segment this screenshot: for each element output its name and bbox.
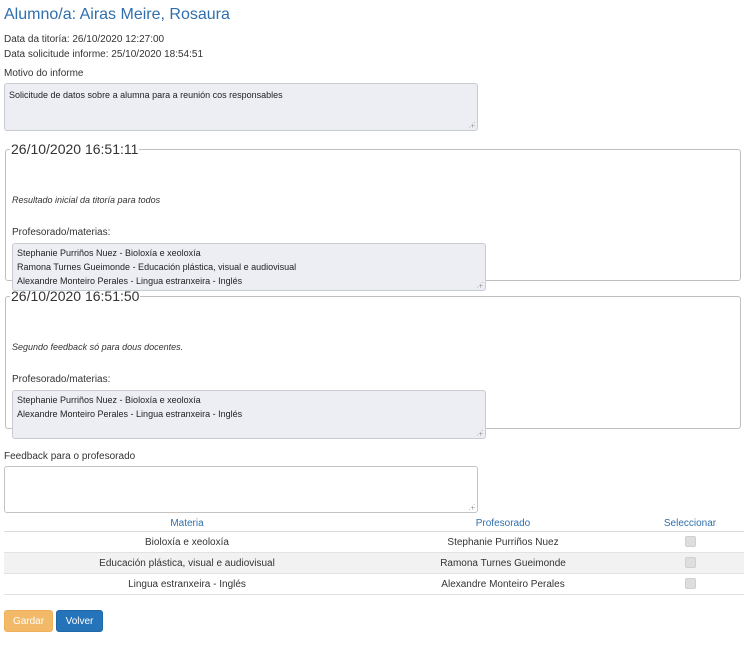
column-header-teacher[interactable]: Profesorado [370,515,636,532]
entry-teachers-label: Profesorado/materias: [12,374,111,385]
entry-comment: Resultado inicial da titoría para todos [12,195,161,205]
table-row: Lingua estranxeira - Inglés Alexandre Mo… [4,573,744,595]
teacher-cell: Alexandre Monteiro Perales [370,573,636,595]
select-cell [636,531,744,553]
teacher-line: Ramona Turnes Gueimonde - Educación plás… [17,262,297,272]
entry-teachers-label: Profesorado/materias: [12,227,111,238]
subject-cell: Lingua estranxeira - Inglés [4,573,370,595]
teacher-cell: Ramona Turnes Gueimonde [370,552,636,574]
report-reason-text: Solicitude de datos sobre a alumna para … [9,90,283,100]
tutoring-date: Data da titoría: 26/10/2020 12:27:00 [4,34,165,45]
entry-timestamp: 26/10/2020 16:51:11 [11,141,139,157]
column-header-subject[interactable]: Materia [4,515,370,532]
entry-teachers-field[interactable]: Stephanie Purriños Nuez - Bioloxía e xeo… [12,390,486,439]
teacher-line: Stephanie Purriños Nuez - Bioloxía e xeo… [17,395,201,405]
subject-cell: Bioloxía e xeoloxía [4,531,370,553]
feedback-label: Feedback para o profesorado [4,451,136,462]
table-row: Educación plástica, visual e audiovisual… [4,552,744,574]
report-reason-label: Motivo do informe [4,68,84,79]
save-button[interactable]: Gardar [4,610,53,632]
entry-teachers-field[interactable]: Stephanie Purriños Nuez - Bioloxía e xeo… [12,243,486,291]
feedback-textarea[interactable] [4,466,478,513]
select-checkbox[interactable] [684,536,696,548]
back-button[interactable]: Volver [56,610,103,632]
subjects-table: Materia Profesorado Seleccionar Bioloxía… [4,515,744,595]
request-date: Data solicitude informe: 25/10/2020 18:5… [4,49,204,60]
page-title: Alumno/a: Airas Meire, Rosaura [4,6,230,23]
column-header-select[interactable]: Seleccionar [636,515,744,532]
subject-cell: Educación plástica, visual e audiovisual [4,552,370,574]
teacher-line: Alexandre Monteiro Perales - Lingua estr… [17,409,243,419]
feedback-entry: 26/10/2020 16:51:11 Resultado inicial da… [5,141,741,291]
select-cell [636,552,744,574]
teacher-cell: Stephanie Purriños Nuez [370,531,636,553]
resize-grip-icon[interactable] [468,503,475,510]
table-header-row: Materia Profesorado Seleccionar [4,515,744,532]
entry-comment: Segundo feedback só para dous docentes. [12,342,184,352]
report-reason-field[interactable]: Solicitude de datos sobre a alumna para … [4,83,478,131]
resize-grip-icon[interactable] [476,429,483,436]
table-row: Bioloxía e xeoloxía Stephanie Purriños N… [4,531,744,553]
feedback-entry: 26/10/2020 16:51:50 Segundo feedback só … [5,288,741,439]
select-checkbox[interactable] [684,557,696,569]
select-checkbox[interactable] [684,578,696,590]
entry-timestamp: 26/10/2020 16:51:50 [11,288,140,304]
teacher-line: Stephanie Purriños Nuez - Bioloxía e xeo… [17,248,201,258]
select-cell [636,573,744,595]
resize-grip-icon[interactable] [468,121,475,128]
teacher-line: Alexandre Monteiro Perales - Lingua estr… [17,276,243,286]
